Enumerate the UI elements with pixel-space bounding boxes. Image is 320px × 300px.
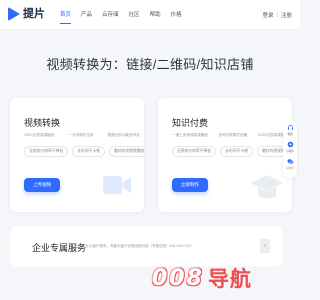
top-navbar: 提片 首页 产品 云存储 社区 帮助 价格 登录 | 注册 <box>0 0 300 30</box>
card-title: 知识付费 <box>172 118 209 128</box>
nav-item-products[interactable]: 产品 <box>81 0 92 30</box>
tag: 长时间不卡顿 <box>72 146 105 157</box>
enterprise-title: 企业专属服务 <box>32 243 87 253</box>
tag: 无损的分辨率不降低 <box>172 146 217 157</box>
card-title: 视频转换 <box>24 118 61 128</box>
mini-program-button[interactable]: 小程序 <box>286 141 294 153</box>
brand-name: 提片 <box>23 7 45 20</box>
tag-list: 无损的分辨率不降低 长时间不卡顿 最好的原视频播放 <box>24 146 144 157</box>
tag: 无损的分辨率不降低 <box>24 146 69 157</box>
wechat-official-button[interactable]: 公众号 <box>286 158 294 170</box>
register-link[interactable]: 注册 <box>281 11 292 19</box>
tag: 长时间不卡顿 <box>220 146 253 157</box>
create-now-button[interactable]: 立即制作 <box>172 178 208 192</box>
tag: 最好的原视频播放 <box>108 146 144 157</box>
play-logo-icon <box>8 7 20 21</box>
nav-item-home[interactable]: 首页 <box>60 0 72 30</box>
feature-item: 数据分析功能多样化 <box>107 133 140 137</box>
nav-item-community[interactable]: 社区 <box>129 0 140 30</box>
auth-separator: | <box>276 12 278 18</box>
watermark-text: 导航 <box>207 267 252 291</box>
watermark-digits: 008 <box>152 265 204 291</box>
auth-links: 登录 | 注册 <box>263 0 292 30</box>
hero-title: 视频转换为：链接/二维码/知识店铺 <box>46 57 254 72</box>
site-watermark: 008 导航 <box>152 264 252 292</box>
headset-icon <box>287 125 293 130</box>
nav-item-help[interactable]: 帮助 <box>150 0 161 30</box>
mini-program-icon <box>287 141 293 148</box>
side-label: 客服 <box>287 133 293 136</box>
customer-service-button[interactable]: 客服 <box>287 124 294 136</box>
brand-logo[interactable]: 提片 <box>8 7 45 21</box>
login-link[interactable]: 登录 <box>263 11 274 19</box>
wechat-icon <box>286 159 294 164</box>
side-label: 公众号 <box>286 167 294 170</box>
feature-list: 一键上传视频高清播放 多种付费模式设置 100G无损高清播放 <box>172 133 288 138</box>
enterprise-more-button[interactable]: › <box>260 239 270 253</box>
side-label: 小程序 <box>286 150 294 153</box>
nav-item-cloud-storage[interactable]: 云存储 <box>102 0 119 30</box>
graduation-cap-icon <box>251 175 283 199</box>
tag-list: 无损的分辨率不降低 长时间不卡顿 最好的原视频播放 <box>172 146 292 157</box>
enterprise-description: 企业大客户服务，专属大客户经理全程对接（专属定制）400-000-0722 <box>82 244 192 248</box>
feature-item: 100G无损高清播放 <box>24 133 55 137</box>
feature-item: 一分钟制作生码 <box>68 133 94 137</box>
feature-list: 100G无损高清播放 一分钟制作生码 数据分析功能多样化 <box>24 133 140 138</box>
knowledge-pay-card: 知识付费 一键上传视频高清播放 多种付费模式设置 100G无损高清播放 无损的分… <box>158 98 292 212</box>
upload-video-button[interactable]: 上传视频 <box>24 178 60 192</box>
side-float-toolbar: 客服 小程序 公众号 <box>283 120 297 178</box>
video-camera-icon <box>103 176 131 194</box>
video-convert-card: 视频转换 100G无损高清播放 一分钟制作生码 数据分析功能多样化 无损的分辨率… <box>10 98 144 212</box>
nav-item-pricing[interactable]: 价格 <box>171 0 182 30</box>
feature-item: 多种付费模式设置 <box>218 133 248 137</box>
enterprise-service-banner: 企业专属服务 企业大客户服务，专属大客户经理全程对接（专属定制）400-000-… <box>10 226 282 266</box>
main-nav: 首页 产品 云存储 社区 帮助 价格 <box>60 0 192 30</box>
feature-item: 一键上传视频高清播放 <box>172 133 208 137</box>
